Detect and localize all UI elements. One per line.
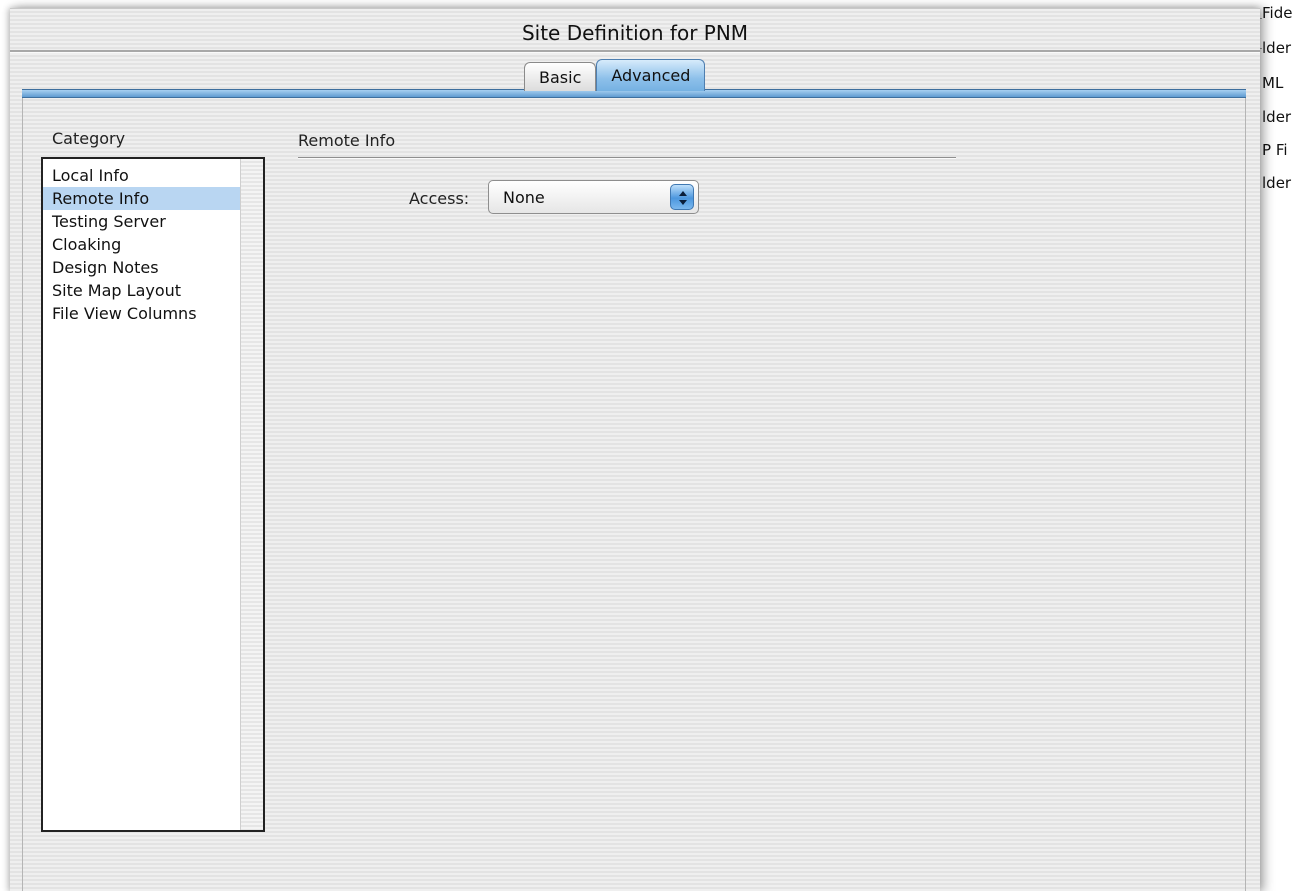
section-title: Remote Info <box>298 131 396 150</box>
access-select[interactable]: None <box>488 180 699 214</box>
tab-advanced[interactable]: Advanced <box>596 59 706 91</box>
tab-basic[interactable]: Basic <box>524 62 597 91</box>
dialog-title: Site Definition for PNM <box>521 21 749 45</box>
category-item-design-notes[interactable]: Design Notes <box>43 256 241 279</box>
access-select-value: None <box>503 188 545 207</box>
category-item-cloaking[interactable]: Cloaking <box>43 233 241 256</box>
category-list[interactable]: Local Info Remote Info Testing Server Cl… <box>41 157 265 832</box>
background-window-line: lder <box>1262 39 1292 57</box>
background-window-line: Fider <box>1262 4 1293 22</box>
category-item-remote-info[interactable]: Remote Info <box>43 187 241 210</box>
background-window-line: ML <box>1262 74 1284 92</box>
category-item-site-map-layout[interactable]: Site Map Layout <box>43 279 241 302</box>
background-window-line: lder <box>1262 174 1292 192</box>
up-down-arrows-icon <box>670 184 694 210</box>
screen: Fider lder ML lder P Fi lder Site Defini… <box>0 0 1293 891</box>
category-list-scrollbar[interactable] <box>240 159 263 830</box>
category-item-local-info[interactable]: Local Info <box>43 164 241 187</box>
title-separator <box>10 50 1260 53</box>
category-item-file-view-columns[interactable]: File View Columns <box>43 302 241 325</box>
category-label: Category <box>52 129 126 148</box>
access-label: Access: <box>409 189 470 208</box>
section-divider <box>298 157 956 159</box>
background-window-line: P Fi <box>1262 141 1288 159</box>
category-item-testing-server[interactable]: Testing Server <box>43 210 241 233</box>
background-window-line: lder <box>1262 108 1292 126</box>
tab-bar: Basic Advanced <box>524 59 706 91</box>
